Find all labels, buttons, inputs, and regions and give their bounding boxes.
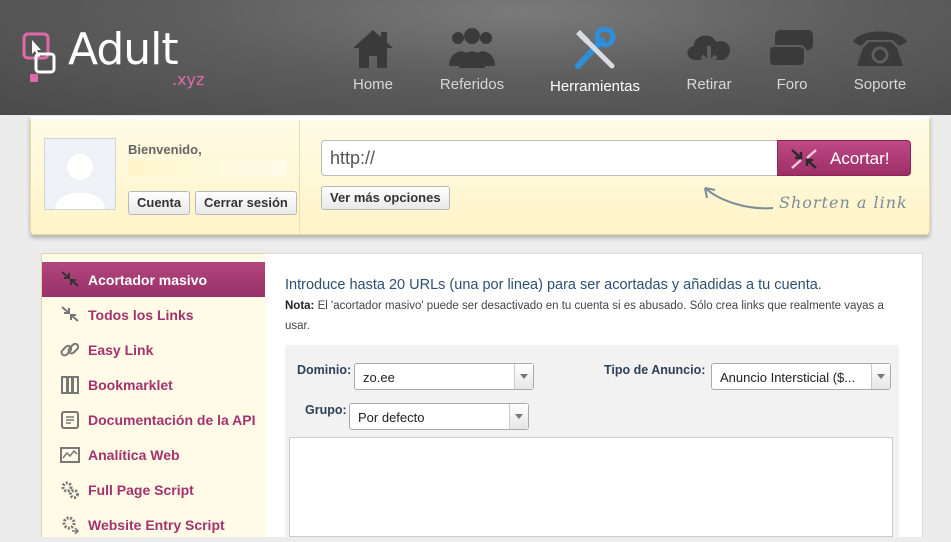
nav-home-label: Home [352, 76, 393, 93]
home-icon [353, 30, 393, 68]
panel-divider [299, 120, 300, 234]
account-button[interactable]: Cuenta [128, 191, 191, 215]
chevron-down-icon [514, 364, 533, 389]
group-label: Grupo: [305, 403, 347, 417]
sidebar-item-label: Full Page Script [88, 482, 194, 498]
user-panel: Bienvenido, Cuenta Cerrar sesión Acortar… [30, 116, 930, 235]
welcome-text: Bienvenido, [128, 142, 202, 157]
logo-cursor-icon [22, 32, 56, 82]
hint-arrow-icon [704, 187, 774, 210]
domain-label: Dominio: [297, 363, 352, 377]
domain-select-value: zo.ee [363, 370, 395, 385]
nav-soporte[interactable]: Soporte [825, 26, 935, 93]
bulk-form: Dominio: zo.ee Tipo de Anuncio: Anuncio … [285, 345, 899, 537]
sidebar-item-acortador-masivo[interactable]: Acortador masivo [42, 262, 266, 297]
chevron-down-icon [871, 364, 890, 389]
chat-icon [768, 30, 813, 67]
url-input[interactable] [321, 140, 779, 176]
sidebar-item-easy-link[interactable]: Easy Link [42, 332, 266, 367]
sidebar-item-label: Analítica Web [88, 447, 180, 463]
note-label: Nota: [285, 300, 315, 312]
api-doc-icon [61, 411, 79, 429]
nav-herramientas[interactable]: Herramientas [540, 26, 650, 95]
abuse-note: Nota: El 'acortador masivo' puede ser de… [285, 296, 885, 336]
analytics-icon [60, 447, 80, 463]
nav-soporte-label: Soporte [853, 76, 907, 93]
nav-herramientas-label: Herramientas [549, 78, 641, 95]
bulk-shortener-content: Introduce hasta 20 URLs (una por linea) … [265, 253, 923, 537]
shorten-hint: Shorten a link [779, 193, 908, 212]
tools-icon [575, 26, 616, 69]
sidebar-item-website-entry-script[interactable]: Website Entry Script [42, 507, 266, 542]
cloud-download-icon [687, 35, 731, 68]
username-placeholder [128, 160, 286, 176]
domain-select[interactable]: zo.ee [354, 363, 534, 390]
more-options-button[interactable]: Ver más opciones [321, 186, 450, 210]
nav-home[interactable]: Home [318, 26, 428, 93]
intro-text: Introduce hasta 20 URLs (una por linea) … [285, 277, 822, 293]
shorten-button[interactable]: Acortar! [777, 140, 911, 176]
logout-button[interactable]: Cerrar sesión [195, 191, 297, 215]
site-header: Adult .xyz Home Referidos Herramientas R… [0, 0, 951, 115]
ad-type-select[interactable]: Anuncio Intersticial ($... [711, 363, 891, 390]
sidebar-item-label: Documentación de la API [88, 412, 256, 428]
users-icon [449, 28, 495, 68]
shorten-button-label: Acortar! [830, 149, 890, 168]
nav-referidos[interactable]: Referidos [417, 26, 527, 93]
sidebar-item-label: Acortador masivo [88, 272, 208, 288]
sidebar-item-label: Bookmarklet [88, 377, 173, 393]
sidebar-item-label: Todos los Links [88, 307, 194, 323]
sidebar-item-todos-links[interactable]: Todos los Links [42, 297, 266, 332]
avatar [44, 138, 116, 210]
user-silhouette-icon [55, 154, 105, 209]
chain-link-icon [60, 342, 80, 357]
chevron-down-icon [509, 404, 528, 429]
links-icon [61, 306, 79, 322]
note-text: El 'acortador masivo' puede ser desactiv… [285, 300, 884, 332]
sidebar-item-api-docs[interactable]: Documentación de la API [42, 402, 266, 437]
urls-textarea[interactable] [289, 437, 893, 537]
phone-icon [853, 31, 907, 66]
logo-text: Adult [68, 24, 179, 75]
gear-arrow-icon [62, 516, 80, 535]
gears-icon [61, 481, 79, 499]
ad-type-select-value: Anuncio Intersticial ($... [720, 370, 856, 385]
nav-referidos-label: Referidos [439, 76, 505, 93]
sidebar-item-label: Website Entry Script [88, 517, 225, 533]
bulk-shorten-icon [61, 271, 79, 287]
ad-type-label: Tipo de Anuncio: [604, 363, 706, 377]
site-logo[interactable]: Adult .xyz [22, 24, 222, 93]
group-select[interactable]: Por defecto [349, 403, 529, 430]
group-select-value: Por defecto [358, 410, 425, 425]
shrink-arrows-icon [791, 149, 817, 169]
logo-tld: .xyz [172, 70, 205, 89]
sidebar-item-full-page-script[interactable]: Full Page Script [42, 472, 266, 507]
tools-sidebar: Acortador masivo Todos los Links Easy Li… [41, 253, 267, 537]
sidebar-item-analitica-web[interactable]: Analítica Web [42, 437, 266, 472]
sidebar-item-bookmarklet[interactable]: Bookmarklet [42, 367, 266, 402]
bookmark-icon [61, 376, 79, 394]
sidebar-item-label: Easy Link [88, 342, 154, 358]
